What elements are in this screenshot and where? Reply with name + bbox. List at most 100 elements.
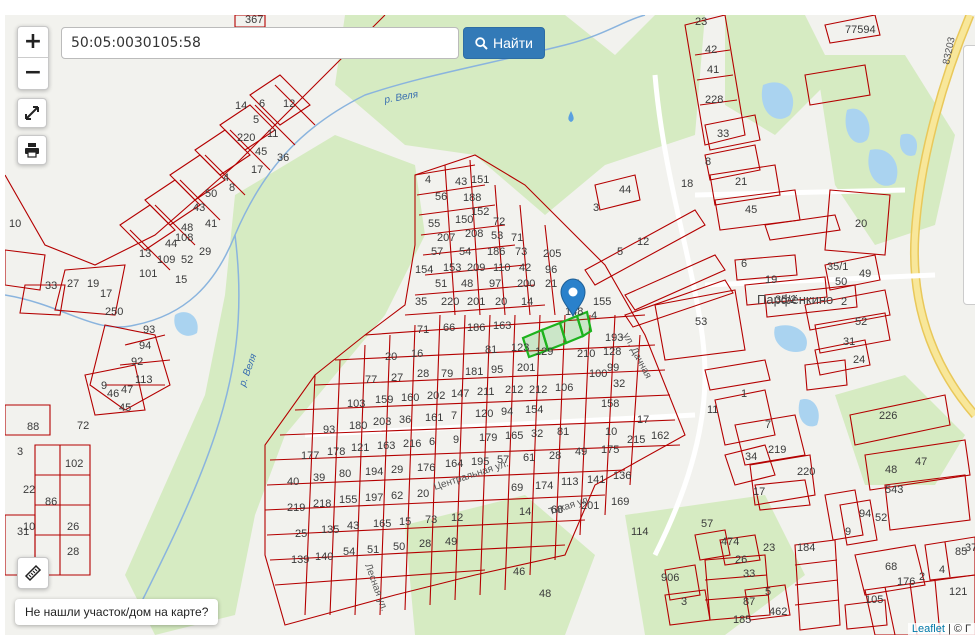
cadastral-search-input[interactable]: 50:05:0030105:58	[61, 27, 459, 59]
parcel-number-label: 93	[143, 324, 155, 336]
leaflet-link[interactable]: Leaflet	[912, 623, 945, 635]
parcel-number-label: 207	[437, 232, 455, 244]
parcel-number-label: 8	[705, 156, 711, 168]
parcel-number-label: 21	[735, 176, 747, 188]
parcel-number-label: 62	[391, 490, 403, 502]
print-button[interactable]	[17, 135, 47, 165]
parcel-number-label: 6	[259, 98, 265, 110]
parcel-number-label: 169	[611, 496, 629, 508]
parcel-number-label: 42	[705, 44, 717, 56]
parcel-number-label: 49	[859, 268, 871, 280]
parcel-number-label: 87	[743, 596, 755, 608]
parcel-number-label: 27	[67, 278, 79, 290]
not-found-link[interactable]: Не нашли участок/дом на карте?	[15, 599, 219, 625]
parcel-number-label: 49	[575, 446, 587, 458]
parcel-number-label: 27	[391, 372, 403, 384]
parcel-number-label: 57	[701, 518, 713, 530]
parcel-number-label: 5	[253, 114, 259, 126]
parcel-number-label: 154	[415, 264, 433, 276]
parcel-number-label: 9	[845, 526, 851, 538]
parcel-number-label: 220	[797, 466, 815, 478]
parcel-number-label: 474	[721, 536, 739, 548]
parcel-number-label: 73	[515, 246, 527, 258]
parcel-number-label: 16	[411, 348, 423, 360]
parcel-number-label: 23	[695, 16, 707, 28]
map-canvas[interactable]: Парфёнкино 83203 р. Веля р. Веля ул. Дач…	[5, 15, 975, 635]
parcel-number-label: 154	[525, 404, 543, 416]
parcel-number-label: 99	[607, 362, 619, 374]
parcel-number-label: 21	[545, 278, 557, 290]
parcel-number-label: 66	[443, 322, 455, 334]
parcel-number-label: 185	[733, 614, 751, 626]
parcel-number-label: 176	[417, 462, 435, 474]
zoom-control: + −	[17, 26, 49, 90]
parcel-number-label: 86	[45, 496, 57, 508]
parcel-number-label: 152	[471, 206, 489, 218]
layers-panel[interactable]	[963, 45, 975, 305]
parcel-number-label: 210	[577, 348, 595, 360]
parcel-number-label: 147	[451, 388, 469, 400]
parcel-number-label: 43	[455, 176, 467, 188]
parcel-number-label: 43	[193, 202, 205, 214]
search-button[interactable]: Найти	[463, 27, 545, 59]
search-button-label: Найти	[493, 35, 533, 51]
attribution-text: | © Г	[944, 623, 971, 635]
zoom-in-button[interactable]: +	[18, 27, 48, 57]
parcel-number-label: 41	[205, 218, 217, 230]
parcel-number-label: 194	[365, 466, 383, 478]
parcel-number-label: 205	[543, 248, 561, 260]
parcel-number-label: 161	[425, 412, 443, 424]
parcel-number-label: 35	[415, 296, 427, 308]
parcel-number-label: 71	[511, 232, 523, 244]
ruler-icon	[24, 564, 42, 582]
parcel-number-label: 94	[859, 508, 871, 520]
parcel-number-label: 462	[769, 606, 787, 618]
parcel-number-label: 28	[419, 538, 431, 550]
parcel-number-label: 186	[487, 246, 505, 258]
search-icon	[475, 36, 488, 50]
parcel-number-label: 69	[511, 482, 523, 494]
zoom-out-button[interactable]: −	[18, 57, 48, 88]
ruler-button[interactable]	[17, 557, 49, 589]
parcel-number-label: 177	[301, 450, 319, 462]
parcel-number-label: 2	[919, 571, 925, 583]
parcel-number-label: 219	[768, 444, 786, 456]
parcel-number-label: 15	[175, 274, 187, 286]
parcel-number-label: 108	[175, 232, 193, 244]
parcel-number-label: 4	[425, 174, 431, 186]
parcel-number-label: 31	[843, 336, 855, 348]
parcel-number-label: 47	[121, 384, 133, 396]
parcel-number-label: 101	[139, 268, 157, 280]
parcel-number-label: 14	[521, 296, 533, 308]
map-frame[interactable]: Парфёнкино 83203 р. Веля р. Веля ул. Дач…	[5, 15, 975, 635]
parcel-number-label: 45	[119, 402, 131, 414]
parcel-number-label: 28	[67, 546, 79, 558]
parcel-number-label: 41	[707, 64, 719, 76]
parcel-number-label: 51	[435, 278, 447, 290]
parcel-number-label: 6	[429, 436, 435, 448]
parcel-number-label: 50	[393, 541, 405, 553]
parcel-number-label: 28	[549, 450, 561, 462]
parcel-number-label: 11	[267, 128, 278, 140]
parcel-number-label: 56	[435, 191, 447, 203]
parcel-number-label: 80	[339, 468, 351, 480]
parcel-number-label: 37	[965, 542, 975, 554]
parcel-number-label: 57	[431, 246, 443, 258]
parcel-number-label: 29	[391, 464, 403, 476]
parcel-number-label: 176	[897, 576, 915, 588]
parcel-number-label: 50	[205, 188, 217, 200]
parcel-number-label: 100	[589, 368, 607, 380]
parcel-number-label: 367	[245, 15, 263, 26]
parcel-number-label: 209	[467, 262, 485, 274]
parcel-number-label: 40	[287, 476, 299, 488]
parcel-number-label: 4	[591, 310, 597, 322]
parcel-number-label: 110	[493, 262, 511, 274]
parcel-number-label: 201	[581, 500, 599, 512]
parcel-number-label: 109	[157, 254, 175, 266]
fullscreen-button[interactable]	[17, 98, 47, 128]
parcel-number-label: 29	[199, 246, 211, 258]
parcel-number-label: 211	[477, 386, 495, 398]
parcel-number-label: 72	[77, 420, 89, 432]
parcel-number-label: 103	[347, 398, 365, 410]
parcel-number-label: 202	[427, 390, 445, 402]
